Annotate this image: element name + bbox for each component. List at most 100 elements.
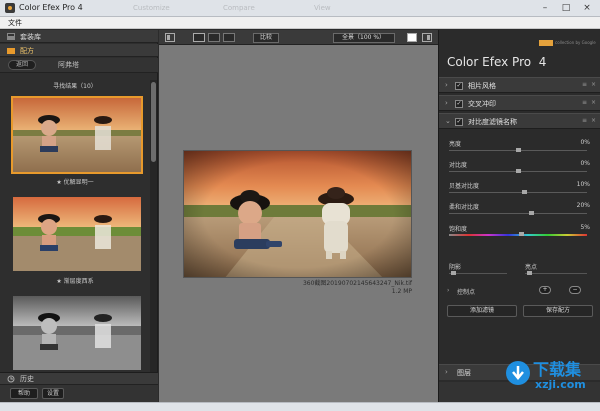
maximize-button[interactable]: □ — [559, 2, 573, 14]
preview-photo[interactable] — [183, 150, 412, 278]
slider-knob[interactable] — [516, 148, 521, 152]
download-logo-icon — [506, 361, 530, 385]
slider-knob[interactable] — [529, 211, 534, 215]
add-filter-label: 添加滤镜 — [469, 307, 494, 314]
slider-value: 0% — [580, 160, 590, 167]
product-name: Color Efex Pro 4 — [447, 55, 547, 69]
filter-controls-icon[interactable]: ≡ × — [582, 99, 597, 106]
slider-knob[interactable] — [519, 232, 524, 236]
slider-knob[interactable] — [522, 190, 527, 194]
preview-toolbar: 比较 全景（100 %） — [159, 30, 438, 45]
single-view-button[interactable] — [193, 33, 205, 42]
add-control-point-plus-icon[interactable]: + — [539, 286, 551, 294]
split-view-button[interactable] — [208, 33, 220, 42]
preview-area: 比较 全景（100 %） 360截图20190702145643247_Nik.… — [159, 30, 438, 402]
loupe-panel-icon[interactable] — [422, 33, 432, 42]
close-button[interactable]: × — [580, 2, 594, 14]
minimize-button[interactable]: – — [538, 2, 552, 14]
expand-arrow-icon[interactable]: › — [445, 99, 448, 107]
slider-track[interactable] — [449, 232, 587, 236]
add-control-point-minus-icon[interactable]: − — [569, 286, 581, 294]
filter-row[interactable]: › ✓ 交叉冲印 ≡ × — [439, 95, 600, 111]
slider-dynamic-contrast[interactable]: 贝基对比度 10% — [439, 179, 600, 199]
filter-name: 对比度滤镜名称 — [468, 118, 517, 126]
save-recipe-label: 保存配方 — [545, 307, 570, 314]
compare-button[interactable]: 比较 — [253, 33, 279, 43]
presets-header[interactable]: 套装库 — [0, 30, 158, 43]
scrollbar-thumb[interactable] — [151, 82, 156, 162]
filter-name: 相片风格 — [468, 82, 496, 90]
main-preview-image — [184, 151, 411, 277]
highlights-slider[interactable] — [525, 271, 587, 275]
layers-label: 图层 — [457, 369, 471, 377]
zoom-select[interactable]: 全景（100 %） — [333, 33, 395, 43]
right-panel: collection by Google Color Efex Pro 4 › … — [438, 30, 600, 402]
recipe-preview-image — [13, 296, 141, 370]
slider-value: 5% — [580, 224, 590, 231]
filter-checkbox[interactable]: ✓ — [455, 100, 463, 108]
slider-track[interactable] — [449, 148, 587, 152]
thumbnail-caption: ★ 渐层度西系 — [56, 278, 94, 285]
recipes-header[interactable]: 配方 — [0, 44, 158, 57]
shadows-slider[interactable] — [449, 271, 507, 275]
history-header[interactable]: 历史 — [0, 373, 158, 385]
product-header: collection by Google Color Efex Pro 4 — [439, 30, 600, 72]
slider-knob[interactable] — [516, 169, 521, 173]
ghost-tab-customize: Customize — [133, 4, 170, 12]
filter-checkbox[interactable]: ✓ — [455, 82, 463, 90]
recipe-preview-image — [13, 197, 141, 271]
slider-contrast[interactable]: 对比度 0% — [439, 158, 600, 178]
status-bar — [0, 402, 600, 411]
filter-name: 交叉冲印 — [468, 100, 496, 108]
recipe-thumbnail[interactable] — [11, 195, 143, 273]
control-points-label: 控制点 — [457, 289, 476, 296]
slider-label: 柔和对比度 — [449, 204, 480, 211]
slider-label: 亮度 — [449, 141, 462, 148]
slider-brightness[interactable]: 亮度 0% — [439, 137, 600, 157]
nik-logo — [539, 40, 553, 46]
slider-track[interactable] — [449, 169, 587, 173]
side-by-side-button[interactable] — [223, 33, 235, 42]
window-title: Color Efex Pro 4 — [19, 3, 83, 12]
help-button[interactable]: 帮助 — [10, 388, 38, 399]
recipe-thumbnail[interactable] — [11, 96, 143, 174]
window-titlebar: Color Efex Pro 4 Customize Compare View … — [0, 0, 600, 17]
settings-button[interactable]: 设置 — [42, 388, 64, 399]
background-color-icon[interactable] — [407, 33, 417, 42]
app-icon — [5, 3, 15, 13]
save-recipe-button[interactable]: 保存配方 — [523, 305, 593, 317]
brand-small: collection by Google — [555, 40, 596, 45]
library-icon — [7, 33, 15, 40]
layers-arrow-icon[interactable]: › — [445, 368, 448, 376]
slider-saturation[interactable]: 饱和度 5% — [439, 222, 600, 242]
filter-row[interactable]: › ✓ 相片风格 ≡ × — [439, 77, 600, 93]
filter-controls-icon[interactable]: ≡ × — [582, 81, 597, 88]
presets-label: 套装库 — [20, 33, 41, 41]
history-icon — [7, 375, 15, 383]
menu-bar: 文件 — [0, 17, 600, 29]
thumbnail-scrollbar[interactable] — [150, 80, 157, 400]
slider-value: 10% — [576, 181, 590, 188]
expand-arrow-icon[interactable]: › — [445, 81, 448, 89]
recipe-thumbnails: ★ 优解显明一 ★ 渐层度西系 — [0, 88, 150, 400]
collapse-arrow-icon[interactable]: ⌄ — [445, 117, 451, 125]
recipes-label: 配方 — [20, 47, 34, 55]
slider-label: 贝基对比度 — [449, 183, 480, 190]
filter-controls-icon[interactable]: ≡ × — [582, 117, 597, 124]
watermark-line2: xzji.com — [535, 378, 586, 391]
filter-row[interactable]: ⌄ ✓ 对比度滤镜名称 ≡ × — [439, 113, 600, 129]
add-filter-button[interactable]: 添加滤镜 — [447, 305, 517, 317]
category-label: 阿弗塔 — [58, 61, 79, 69]
filter-checkbox[interactable]: ✓ — [455, 118, 463, 126]
watermark-line1: 下载集 — [533, 360, 582, 379]
recipe-thumbnail[interactable] — [11, 294, 143, 372]
ghost-tab-view: View — [314, 4, 331, 12]
back-button[interactable]: 返回 — [8, 60, 36, 70]
slider-value: 0% — [580, 139, 590, 146]
control-points-arrow-icon[interactable]: › — [447, 287, 449, 294]
slider-track[interactable] — [449, 190, 587, 194]
slider-soft-contrast[interactable]: 柔和对比度 20% — [439, 200, 600, 220]
slider-track[interactable] — [449, 211, 587, 215]
menu-file[interactable]: 文件 — [8, 18, 22, 28]
hide-panel-icon[interactable] — [165, 33, 175, 42]
